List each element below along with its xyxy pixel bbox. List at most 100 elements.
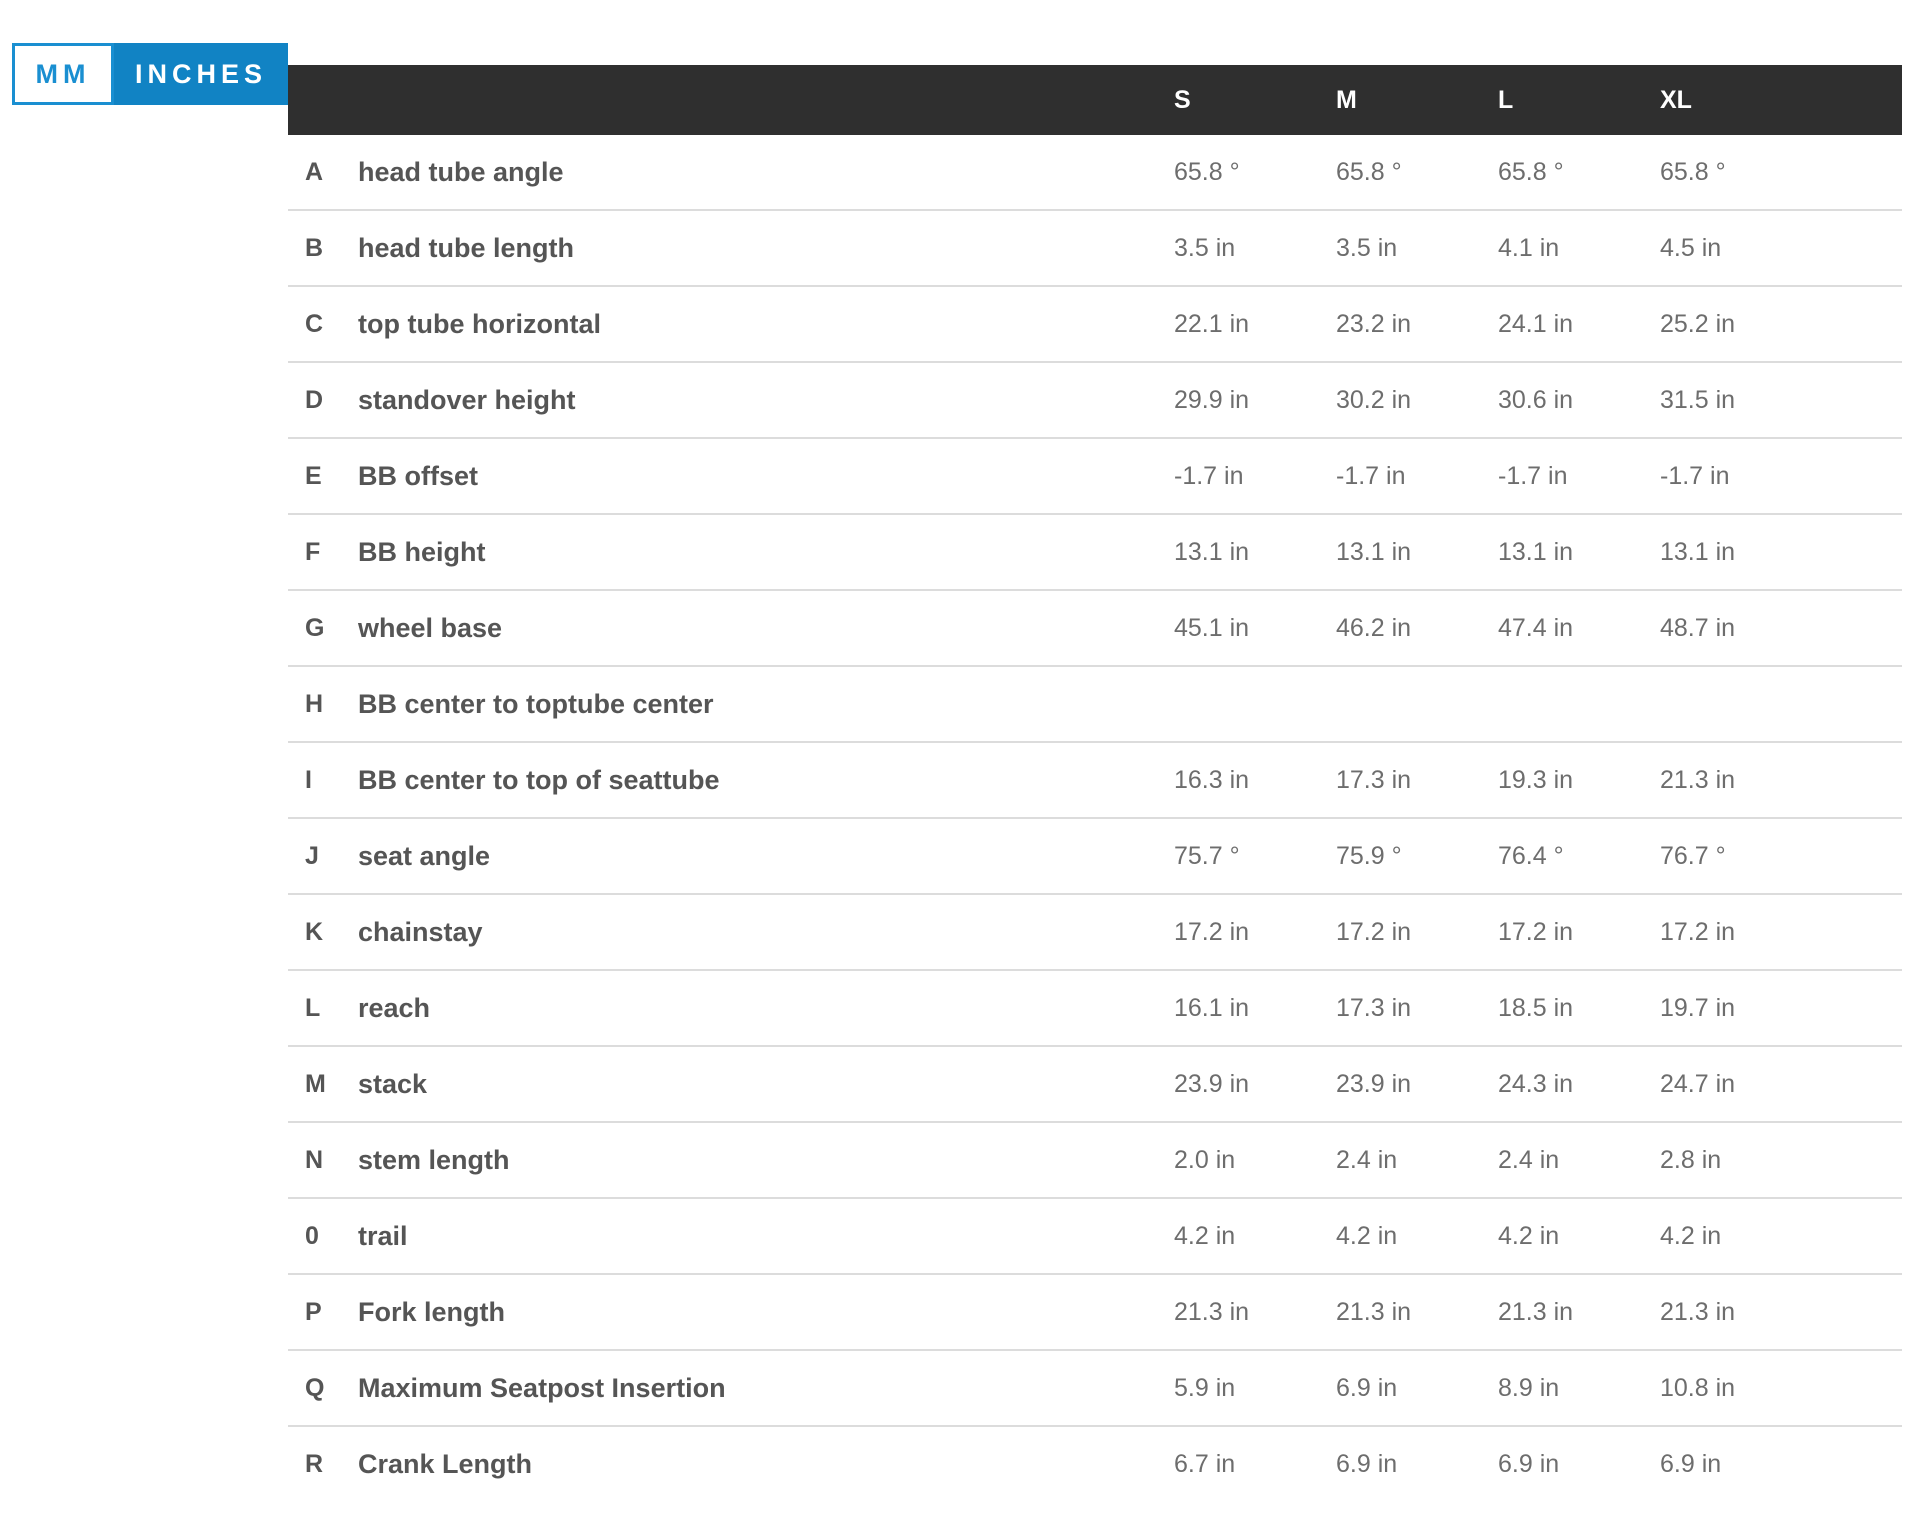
measurement-name: Fork length bbox=[358, 1274, 1174, 1351]
value-cell-s: 65.8 ° bbox=[1174, 135, 1336, 211]
row-end-cell bbox=[1822, 590, 1902, 667]
value-cell-m: 17.3 in bbox=[1336, 970, 1498, 1047]
value-cell-m: 4.2 in bbox=[1336, 1198, 1498, 1275]
row-letter: D bbox=[288, 362, 358, 439]
table-row: Ctop tube horizontal 22.1 in 23.2 in 24.1 i… bbox=[288, 286, 1902, 363]
row-end-cell bbox=[1822, 1122, 1902, 1199]
table-row: Ahead tube angle 65.8 ° 65.8 ° 65.8 ° 65.8 ° bbox=[288, 135, 1902, 211]
value-cell-xl: 4.2 in bbox=[1660, 1198, 1822, 1275]
row-end-cell bbox=[1822, 742, 1902, 819]
value-cell-m: 21.3 in bbox=[1336, 1274, 1498, 1351]
table-row: Nstem length 2.0 in 2.4 in 2.4 in 2.8 in bbox=[288, 1122, 1902, 1199]
value-cell-m: 13.1 in bbox=[1336, 514, 1498, 591]
table-row: I BB center to top of seattube 16.3 in 17.3… bbox=[288, 742, 1902, 819]
value-cell-xl: 76.7 ° bbox=[1660, 818, 1822, 895]
value-cell-l: 6.9 in bbox=[1498, 1449, 1560, 1478]
row-letter: R bbox=[305, 1449, 324, 1478]
row-letter: Q bbox=[288, 1350, 358, 1427]
value-cell-l: 24.1 in bbox=[1498, 286, 1660, 363]
value-cell-m: 3.5 in bbox=[1336, 210, 1498, 287]
row-end-cell bbox=[1822, 1198, 1902, 1275]
size-header-s: S bbox=[1174, 65, 1336, 135]
row-letter: J bbox=[288, 818, 358, 895]
header-end-cell bbox=[1822, 65, 1902, 135]
table-row: Bhead tube length 3.5 in 3.5 in 4.1 in 4.5 i… bbox=[288, 210, 1902, 287]
value-cell-s: 23.9 in bbox=[1174, 1046, 1336, 1123]
header-name-cell bbox=[358, 65, 1174, 135]
value-cell-l: 21.3 in bbox=[1498, 1274, 1660, 1351]
row-end-cell bbox=[1822, 1350, 1902, 1427]
measurement-name: Maximum Seatpost Insertion bbox=[358, 1350, 1174, 1427]
measurement-name: head tube length bbox=[358, 210, 1174, 287]
value-cell-s: 13.1 in bbox=[1174, 514, 1336, 591]
row-end-cell bbox=[1822, 286, 1902, 363]
table-row: Mstack 23.9 in 23.9 in 24.3 in 24.7 in bbox=[288, 1046, 1902, 1123]
header-letter-cell bbox=[288, 65, 358, 135]
mm-unit-button[interactable]: MM bbox=[12, 43, 114, 105]
measurement-name: stem length bbox=[358, 1122, 1174, 1199]
value-cell-s: 5.9 in bbox=[1174, 1350, 1336, 1427]
value-cell-m: 17.2 in bbox=[1336, 894, 1498, 971]
row-end-cell bbox=[1822, 210, 1902, 287]
table-row: Lreach 16.1 in 17.3 in 18.5 in 19.7 in bbox=[288, 970, 1902, 1047]
value-cell-l: 24.3 in bbox=[1498, 1046, 1660, 1123]
value-cell-s: 75.7 ° bbox=[1174, 818, 1336, 895]
value-cell-m: 65.8 ° bbox=[1336, 135, 1498, 211]
value-cell-xl: 10.8 in bbox=[1660, 1350, 1822, 1427]
table-row: Q Maximum Seatpost Insertion 5.9 in 6.9 in 8… bbox=[288, 1350, 1902, 1427]
table-row: F BB height 13.1 in 13.1 in 13.1 in 13.1 in bbox=[288, 514, 1902, 591]
table-body: Ahead tube angle 65.8 ° 65.8 ° 65.8 ° 65.8 °… bbox=[288, 135, 1902, 1501]
value-cell-xl: 17.2 in bbox=[1660, 894, 1822, 971]
measurement-name: standover height bbox=[358, 362, 1174, 439]
row-letter: E bbox=[288, 438, 358, 515]
value-cell-m: 30.2 in bbox=[1336, 362, 1498, 439]
header-row: S M L XL bbox=[288, 65, 1902, 135]
value-cell-xl: 4.5 in bbox=[1660, 210, 1822, 287]
row-end-cell bbox=[1822, 362, 1902, 439]
value-cell-xl: 13.1 in bbox=[1660, 514, 1822, 591]
value-cell-s: 21.3 in bbox=[1174, 1274, 1336, 1351]
value-cell-xl: 65.8 ° bbox=[1660, 135, 1822, 211]
value-cell-m: 23.2 in bbox=[1336, 286, 1498, 363]
measurement-name: seat angle bbox=[358, 818, 1174, 895]
table-row: 0 trail 4.2 in 4.2 in 4.2 in 4.2 in bbox=[288, 1198, 1902, 1275]
measurement-name: Crank Length bbox=[358, 1448, 533, 1479]
value-cell-xl: 6.9 in bbox=[1660, 1449, 1722, 1478]
table-header: S M L XL bbox=[288, 65, 1902, 135]
value-cell-s: 22.1 in bbox=[1174, 286, 1336, 363]
size-header-m: M bbox=[1336, 65, 1498, 135]
row-end-cell bbox=[1822, 1426, 1902, 1501]
geometry-page: MM INCHES S M L XL Ahead tube angle 65.8 … bbox=[0, 0, 1920, 1524]
measurement-name: trail bbox=[358, 1198, 1174, 1275]
row-end-cell bbox=[1822, 135, 1902, 211]
measurement-name: head tube angle bbox=[358, 135, 1174, 211]
value-cell-m: 17.3 in bbox=[1336, 742, 1498, 819]
size-header-xl: XL bbox=[1660, 65, 1822, 135]
value-cell-xl: 48.7 in bbox=[1660, 590, 1822, 667]
table-row: Dstandover height 29.9 in 30.2 in 30.6 in 31… bbox=[288, 362, 1902, 439]
value-cell-m: 6.9 in bbox=[1336, 1350, 1498, 1427]
table-row: H BB center to toptube center bbox=[288, 666, 1902, 743]
table-row: Gwheel base 45.1 in 46.2 in 47.4 in 48.7 in bbox=[288, 590, 1902, 667]
value-cell-s: 3.5 in bbox=[1174, 210, 1336, 287]
value-cell-m: -1.7 in bbox=[1336, 438, 1498, 515]
row-letter: F bbox=[288, 514, 358, 591]
row-end-cell bbox=[1822, 1046, 1902, 1123]
value-cell-s: 4.2 in bbox=[1174, 1198, 1336, 1275]
value-cell-xl: 24.7 in bbox=[1660, 1046, 1822, 1123]
value-cell-s: 16.3 in bbox=[1174, 742, 1336, 819]
value-cell-l: -1.7 in bbox=[1498, 438, 1660, 515]
value-cell-s: 29.9 in bbox=[1174, 362, 1336, 439]
value-cell-m bbox=[1336, 666, 1498, 743]
table-row: R Crank Length 6.7 in 6.9 in 6.9 in 6.9 in bbox=[288, 1426, 1902, 1501]
unit-toggle: MM INCHES bbox=[12, 43, 288, 105]
measurement-name: BB center to top of seattube bbox=[358, 742, 1174, 819]
value-cell-s bbox=[1174, 666, 1336, 743]
value-cell-l: 19.3 in bbox=[1498, 742, 1660, 819]
row-end-cell bbox=[1822, 438, 1902, 515]
value-cell-l: 65.8 ° bbox=[1498, 135, 1660, 211]
geometry-table: S M L XL Ahead tube angle 65.8 ° 65.8 ° 65.… bbox=[288, 65, 1902, 1501]
value-cell-s: 45.1 in bbox=[1174, 590, 1336, 667]
inches-unit-button[interactable]: INCHES bbox=[114, 43, 288, 105]
value-cell-l: 47.4 in bbox=[1498, 590, 1660, 667]
